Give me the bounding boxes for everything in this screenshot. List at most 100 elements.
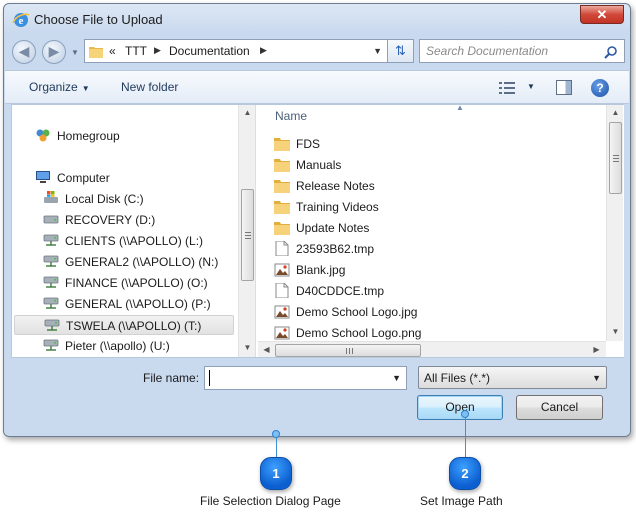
nav-item-label: RECOVERY (D:)	[65, 213, 156, 227]
network-drive-icon	[43, 297, 59, 309]
scrollbar-thumb[interactable]	[241, 189, 254, 281]
nav-item-label: Local Disk (C:)	[65, 192, 144, 206]
network-drive-icon	[44, 319, 60, 331]
search-icon[interactable]	[604, 45, 618, 59]
breadcrumb-arrow-icon[interactable]: ▶	[260, 45, 267, 56]
breadcrumb-overflow[interactable]: «	[109, 44, 116, 58]
nav-item-drive[interactable]: RECOVERY (D:)	[43, 210, 233, 230]
scrollbar-thumb[interactable]	[609, 122, 622, 194]
file-list-item[interactable]: Training Videos	[274, 196, 594, 217]
search-box[interactable]	[419, 39, 625, 63]
grip-line	[613, 155, 619, 156]
file-name: Blank.jpg	[296, 263, 346, 277]
nav-item-drive[interactable]: Pieter (\\apollo) (U:)	[43, 336, 233, 356]
file-type-filter-value: All Files (*.*)	[424, 371, 491, 385]
file-list-item[interactable]: 23593B62.tmp	[274, 238, 594, 259]
address-row: ◀ ▶ ▼ « TTT ▶ Documentation ▶ ▼ ⇅	[4, 38, 630, 66]
nav-item-drive[interactable]: Local Disk (C:)	[43, 189, 233, 209]
nav-item-drive[interactable]: FINANCE (\\APOLLO) (O:)	[43, 273, 233, 293]
folder-icon	[274, 138, 290, 151]
forward-button[interactable]: ▶	[42, 40, 66, 64]
nav-item-label: Computer	[57, 171, 110, 185]
navigation-scrollbar[interactable]: ▲ ▼	[238, 105, 255, 357]
image-icon	[274, 263, 290, 277]
grip-line	[245, 238, 251, 239]
file-name: 23593B62.tmp	[296, 242, 375, 256]
refresh-button[interactable]: ⇅	[388, 39, 414, 63]
file-list-horizontal-scrollbar[interactable]: ◀ ▶	[258, 341, 606, 357]
views-icon[interactable]	[499, 81, 515, 95]
open-button[interactable]: Open	[417, 395, 503, 420]
column-header-label: Name	[275, 109, 308, 123]
recent-pages-dropdown-icon[interactable]: ▼	[71, 48, 79, 57]
nav-item-label: GENERAL (\\APOLLO) (P:)	[65, 297, 211, 311]
file-list-item[interactable]: Manuals	[274, 154, 594, 175]
scroll-right-icon[interactable]: ▶	[590, 345, 603, 354]
file-list-item[interactable]: Demo School Logo.jpg	[274, 301, 594, 322]
callout-2-line	[465, 414, 466, 458]
scroll-down-icon[interactable]: ▼	[609, 327, 622, 336]
network-drive-icon	[43, 255, 59, 267]
grip-line	[346, 348, 347, 354]
back-button[interactable]: ◀	[12, 40, 36, 64]
file-icon	[275, 283, 289, 298]
nav-item-drive[interactable]: GENERAL2 (\\APOLLO) (N:)	[43, 252, 233, 272]
nav-item-drive[interactable]: GENERAL (\\APOLLO) (P:)	[43, 294, 233, 314]
file-name: Manuals	[296, 158, 342, 172]
file-name-dropdown-icon[interactable]: ▼	[392, 373, 401, 383]
column-header-name[interactable]: Name ▲	[258, 105, 608, 127]
views-dropdown-icon[interactable]: ▼	[527, 82, 535, 91]
file-list-item[interactable]: Update Notes	[274, 217, 594, 238]
nav-item-computer[interactable]: Computer	[35, 168, 235, 188]
nav-item-drive[interactable]: CLIENTS (\\APOLLO) (L:)	[43, 231, 233, 251]
breadcrumb-ttt[interactable]: TTT	[125, 44, 147, 58]
breadcrumb-arrow-icon[interactable]: ▶	[154, 45, 161, 56]
organize-menu[interactable]: Organize ▼	[29, 80, 90, 94]
file-name: Training Videos	[296, 200, 379, 214]
nav-item-label: CLIENTS (\\APOLLO) (L:)	[65, 234, 204, 248]
internet-explorer-icon: e	[12, 13, 30, 27]
file-list-item[interactable]: Blank.jpg	[274, 259, 594, 280]
grip-line	[245, 232, 251, 233]
file-name-field[interactable]: ▼	[204, 366, 407, 390]
organize-label: Organize	[29, 80, 78, 94]
scroll-up-icon[interactable]: ▲	[241, 108, 254, 117]
homegroup-icon	[36, 129, 50, 142]
file-list-item[interactable]: FDS	[274, 133, 594, 154]
address-bar[interactable]: « TTT ▶ Documentation ▶ ▼	[84, 39, 388, 63]
folder-icon	[274, 159, 290, 172]
scrollbar-thumb[interactable]	[275, 344, 421, 357]
file-name: Update Notes	[296, 221, 370, 235]
file-list-pane: Name ▲ FDS Manuals Release Notes Training V…	[258, 105, 624, 357]
search-input[interactable]	[426, 43, 596, 59]
file-name-input[interactable]	[209, 370, 379, 386]
grip-line	[245, 235, 251, 236]
file-name: D40CDDCE.tmp	[296, 284, 385, 298]
file-list-vertical-scrollbar[interactable]: ▲ ▼	[606, 105, 623, 341]
file-list-item[interactable]: D40CDDCE.tmp	[274, 280, 594, 301]
nav-item-homegroup[interactable]: Homegroup	[35, 126, 235, 146]
folder-icon	[274, 201, 290, 214]
callout-2-label: Set Image Path	[420, 494, 503, 508]
new-folder-button[interactable]: New folder	[121, 80, 178, 94]
grip-line	[349, 348, 350, 354]
cancel-button[interactable]: Cancel	[516, 395, 603, 420]
scroll-up-icon[interactable]: ▲	[609, 108, 622, 117]
file-list-item[interactable]: Release Notes	[274, 175, 594, 196]
folder-icon	[274, 222, 290, 235]
close-button[interactable]: ✕	[580, 5, 624, 24]
scroll-down-icon[interactable]: ▼	[241, 343, 254, 352]
grip-line	[613, 161, 619, 162]
file-dialog-window: e Choose File to Upload ✕ ◀ ▶ ▼ « TTT ▶ …	[3, 3, 631, 437]
help-icon[interactable]: ?	[591, 79, 609, 97]
nav-item-drive[interactable]: TSWELA (\\APOLLO) (T:)	[14, 315, 234, 335]
preview-pane-icon[interactable]	[556, 80, 572, 95]
file-list-item[interactable]: Demo School Logo.png	[274, 322, 594, 343]
drive-icon	[43, 215, 59, 224]
breadcrumb-documentation[interactable]: Documentation	[169, 44, 250, 58]
address-dropdown-icon[interactable]: ▼	[373, 46, 382, 56]
file-type-filter-select[interactable]: All Files (*.*) ▼	[418, 366, 607, 389]
window-title: Choose File to Upload	[34, 12, 163, 27]
grip-line	[613, 158, 619, 159]
scroll-left-icon[interactable]: ◀	[260, 345, 273, 354]
